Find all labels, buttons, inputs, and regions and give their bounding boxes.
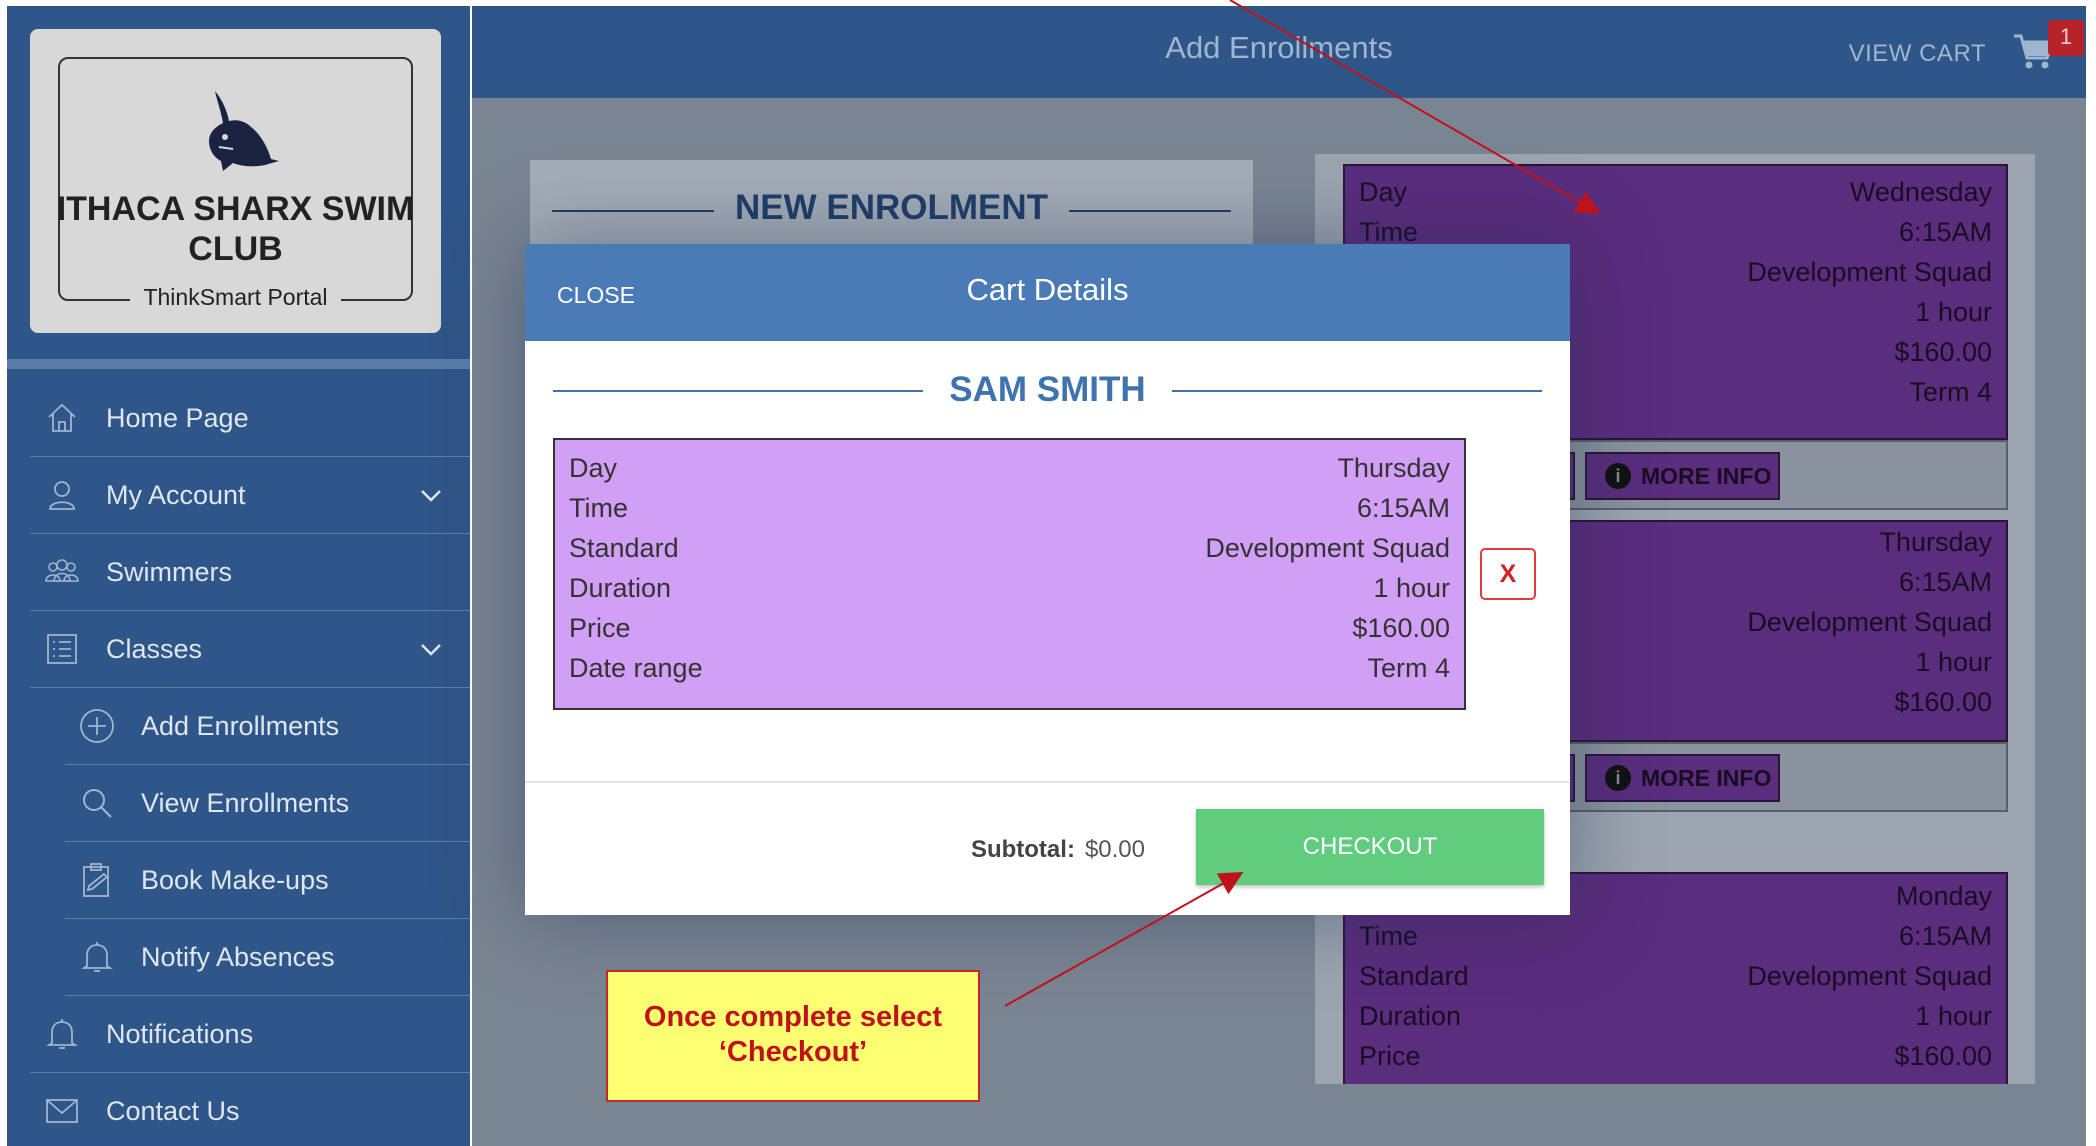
app-frame: ITHACA SHARX SWIM CLUB ThinkSmart Portal…	[7, 6, 2086, 1146]
info-icon: i	[1605, 463, 1631, 489]
top-bar: Add Enrollments VIEW CART 1	[472, 6, 2086, 98]
title-rule	[1069, 210, 1231, 212]
remove-item-button[interactable]: X	[1480, 548, 1536, 600]
more-info-button[interactable]: i MORE INFO	[1585, 754, 1780, 802]
sidebar-item-book-make-ups[interactable]: Book Make-ups	[65, 842, 470, 919]
shark-icon	[209, 91, 279, 171]
sidebar-item-view-enrollments[interactable]: View Enrollments	[65, 765, 470, 842]
club-logo[interactable]: ITHACA SHARX SWIM CLUB ThinkSmart Portal	[30, 29, 441, 333]
cart-item-row: Duration 1 hour	[569, 573, 1450, 603]
sidebar-item-label: Contact Us	[106, 1095, 240, 1126]
cart-item-row: Time 6:15AM	[569, 493, 1450, 523]
sidebar: ITHACA SHARX SWIM CLUB ThinkSmart Portal…	[7, 6, 470, 1146]
annotation-line: Once complete select	[643, 1001, 943, 1033]
sidebar-item-contact-us[interactable]: Contact Us	[30, 1073, 470, 1146]
class-row: Duration 1 hour	[1359, 1001, 1992, 1031]
sidebar-nav: Home Page My Account Swimmers Classes Ad…	[30, 380, 470, 1146]
info-icon: i	[1605, 765, 1631, 791]
sidebar-item-home[interactable]: Home Page	[30, 380, 470, 457]
checkout-button[interactable]: CHECKOUT	[1196, 809, 1544, 885]
logo-border: ITHACA SHARX SWIM CLUB ThinkSmart Portal	[57, 57, 414, 311]
page-title: Add Enrollments	[1165, 30, 1393, 65]
home-icon	[42, 398, 82, 438]
more-info-button[interactable]: i MORE INFO	[1585, 452, 1780, 500]
cart-item-row: Date range Term 4	[569, 653, 1450, 683]
class-row: Time 6:15AM	[1359, 921, 1992, 951]
annotation-line: ‘Checkout’	[718, 1036, 868, 1068]
sidebar-item-label: My Account	[106, 479, 246, 510]
annotation-callout: Once complete select ‘Checkout’	[606, 970, 980, 1102]
sidebar-item-add-enrollments[interactable]: Add Enrollments	[65, 688, 470, 765]
sidebar-item-label: Home Page	[106, 402, 249, 433]
subtotal-value: $0.00	[1084, 836, 1145, 863]
chevron-down-icon[interactable]	[418, 483, 444, 509]
more-info-label: MORE INFO	[1641, 764, 1772, 791]
subtotal-label: Subtotal:	[970, 836, 1075, 863]
sidebar-item-classes[interactable]: Classes	[30, 611, 470, 688]
class-row: Day Wednesday	[1359, 177, 1992, 207]
new-enrolment-card: NEW ENROLMENT	[530, 160, 1253, 250]
sidebar-item-notifications[interactable]: Notifications	[30, 996, 470, 1073]
bell-icon	[42, 1014, 82, 1054]
sidebar-item-swimmers[interactable]: Swimmers	[30, 534, 470, 611]
sidebar-item-label: Classes	[106, 633, 203, 664]
sidebar-item-label: Swimmers	[106, 556, 232, 587]
modal-divider	[525, 781, 1570, 783]
modal-header: CLOSE Cart Details	[525, 244, 1570, 341]
clipboard-icon	[77, 860, 117, 900]
new-enrolment-title: NEW ENROLMENT	[734, 188, 1049, 227]
title-rule	[1172, 390, 1542, 392]
cart-item: Day Thursday Time 6:15AM Standard Developme…	[553, 438, 1466, 710]
sidebar-item-label: Add Enrollments	[141, 710, 340, 741]
sidebar-item-my-account[interactable]: My Account	[30, 457, 470, 534]
class-row: Price $160.00	[1359, 1041, 1992, 1071]
users-icon	[42, 552, 82, 592]
chevron-down-icon[interactable]	[418, 637, 444, 663]
search-icon	[77, 783, 117, 823]
bell-icon	[77, 937, 117, 977]
cart-details-modal: CLOSE Cart Details SAM SMITH Day Thursday…	[525, 244, 1570, 915]
more-info-label: MORE INFO	[1641, 462, 1772, 489]
cart-count-badge: 1	[2048, 20, 2084, 56]
sidebar-item-label: Book Make-ups	[141, 864, 329, 895]
sidebar-item-notify-absences[interactable]: Notify Absences	[65, 919, 470, 996]
cart-item-row: Day Thursday	[569, 453, 1450, 483]
sidebar-item-label: Notify Absences	[141, 941, 335, 972]
sidebar-item-label: View Enrollments	[141, 787, 350, 818]
logo-portal-label: ThinkSmart Portal	[130, 284, 341, 311]
class-row: Standard Development Squad	[1359, 961, 1992, 991]
logo-title: ITHACA SHARX SWIM CLUB	[56, 190, 415, 268]
mail-icon	[42, 1091, 82, 1131]
view-cart-link[interactable]: VIEW CART	[1849, 40, 1986, 68]
sidebar-item-label: Notifications	[106, 1018, 254, 1049]
sidebar-divider	[7, 359, 470, 369]
list-icon	[42, 629, 82, 669]
user-icon	[42, 475, 82, 515]
cart-item-row: Price $160.00	[569, 613, 1450, 643]
plus-circle-icon	[77, 706, 117, 746]
modal-title: Cart Details	[966, 272, 1129, 307]
subtotal: Subtotal: $0.00	[971, 836, 1145, 864]
cart-item-row: Standard Development Squad	[569, 533, 1450, 563]
